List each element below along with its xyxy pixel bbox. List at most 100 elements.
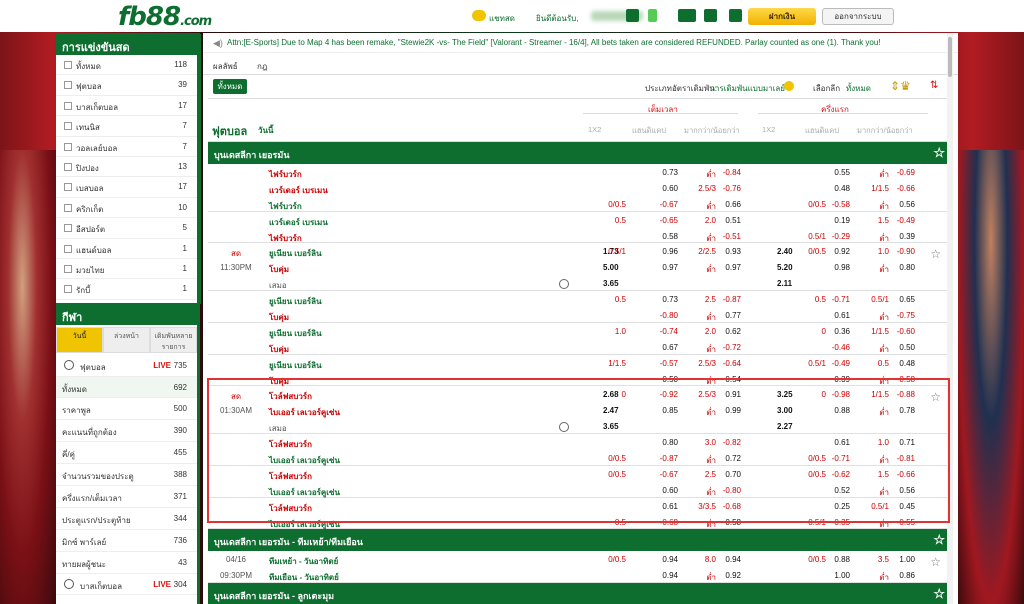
- refresh-icon[interactable]: [648, 9, 657, 22]
- odds-value[interactable]: -0.68: [701, 502, 741, 511]
- checkbox[interactable]: [64, 244, 72, 253]
- odds-value[interactable]: 0.54: [701, 375, 741, 384]
- odds-value[interactable]: 5.00: [603, 263, 619, 272]
- stats-icon[interactable]: [559, 422, 569, 433]
- odds-value[interactable]: -0.68: [638, 518, 678, 527]
- odds-value[interactable]: 0.80: [875, 263, 915, 272]
- odds-value[interactable]: 0.92: [701, 571, 741, 580]
- sidebar-scrollbar[interactable]: [198, 34, 201, 304]
- odds-value[interactable]: 0.72: [701, 454, 741, 463]
- odds-value[interactable]: -0.87: [701, 295, 741, 304]
- odds-value[interactable]: -0.55: [875, 518, 915, 527]
- sport-list-item[interactable]: คะแนนที่ถูกต้อง 390: [56, 420, 197, 443]
- odds-value[interactable]: 5.20: [777, 263, 793, 272]
- odds-value[interactable]: 2.11: [777, 279, 792, 288]
- odds-value[interactable]: -0.74: [638, 327, 678, 336]
- odds-value[interactable]: 0.58: [701, 518, 741, 527]
- odds-value[interactable]: 0.73: [638, 295, 678, 304]
- odds-value[interactable]: 0.94: [701, 555, 741, 564]
- odds-value[interactable]: 1.00: [810, 571, 850, 580]
- odds-value[interactable]: 0.61: [810, 438, 850, 447]
- odds-value[interactable]: -0.72: [701, 343, 741, 352]
- checkbox[interactable]: [64, 142, 72, 151]
- odds-value[interactable]: -0.57: [638, 359, 678, 368]
- odds-value[interactable]: 0.85: [638, 406, 678, 415]
- list-icon[interactable]: [729, 9, 742, 22]
- odds-value[interactable]: -0.67: [638, 470, 678, 479]
- logo[interactable]: fb88.com: [118, 2, 212, 32]
- odds-value[interactable]: 0.36: [810, 327, 850, 336]
- odds-value[interactable]: 0.48: [875, 359, 915, 368]
- odds-value[interactable]: 0.94: [638, 555, 678, 564]
- category-item[interactable]: แฮนด์บอล 1: [56, 239, 197, 259]
- odds-value[interactable]: -0.58: [875, 375, 915, 384]
- tab-parlay[interactable]: เดิมพันหลายรายการ: [150, 326, 197, 353]
- odds-value[interactable]: -0.67: [638, 200, 678, 209]
- odds-value[interactable]: 0.56: [875, 200, 915, 209]
- odds-value[interactable]: 0.88: [810, 406, 850, 415]
- checkbox[interactable]: [64, 285, 72, 294]
- category-item[interactable]: เทนนิส 7: [56, 116, 197, 137]
- odds-value[interactable]: 2.47: [603, 406, 619, 415]
- odds-value[interactable]: 0.19: [810, 216, 850, 225]
- tab-early[interactable]: ล่วงหน้า: [103, 326, 150, 353]
- checkbox[interactable]: [64, 183, 72, 192]
- odds-value[interactable]: 0.94: [638, 571, 678, 580]
- odds-value[interactable]: 0.65: [875, 295, 915, 304]
- category-item[interactable]: วอลเลย์บอล 7: [56, 137, 197, 157]
- odds-value[interactable]: 3.65: [603, 279, 619, 288]
- odds-value[interactable]: 0.86: [875, 571, 915, 580]
- checkbox[interactable]: [64, 264, 72, 273]
- odds-value[interactable]: 0.48: [810, 184, 850, 193]
- sport-list-item[interactable]: คี่/คู่ 455: [56, 442, 197, 465]
- odds-value[interactable]: 0.45: [875, 502, 915, 511]
- odds-value[interactable]: -0.46: [810, 343, 850, 352]
- odds-value[interactable]: -0.98: [810, 390, 850, 399]
- category-item[interactable]: มวยไทย 1: [56, 259, 197, 280]
- odds-value[interactable]: 0.55: [810, 168, 850, 177]
- odds-value[interactable]: 0.97: [638, 263, 678, 272]
- category-item[interactable]: ปิงปอง 13: [56, 157, 197, 178]
- select-league-value[interactable]: ทั้งหมด: [846, 82, 871, 95]
- sport-list-item[interactable]: จำนวนรวมของประตู 388: [56, 464, 197, 487]
- star-icon[interactable]: ☆: [933, 145, 945, 161]
- odds-value[interactable]: 0.61: [638, 502, 678, 511]
- sport-list-item[interactable]: มิกซ์ พาร์เลย์ 736: [56, 530, 197, 552]
- odds-value[interactable]: 0.67: [638, 343, 678, 352]
- checkbox[interactable]: [64, 203, 72, 212]
- deposit-button[interactable]: ฝากเงิน: [748, 8, 816, 25]
- category-item[interactable]: คริกเก็ต 10: [56, 198, 197, 219]
- odds-value[interactable]: -0.58: [810, 200, 850, 209]
- sport-list-item[interactable]: ทั้งหมด 692: [56, 376, 197, 399]
- checkbox[interactable]: [64, 224, 72, 233]
- odds-value[interactable]: -0.51: [701, 232, 741, 241]
- odds-value[interactable]: -0.87: [638, 454, 678, 463]
- league-header[interactable]: บุนเดสลีกา เยอรมัน ☆: [208, 142, 953, 164]
- odds-value[interactable]: 0.98: [810, 263, 850, 272]
- odds-value[interactable]: 0.73: [638, 168, 678, 177]
- sport-list-item[interactable]: ครึ่งแรก/เต็มเวลา 371: [56, 486, 197, 508]
- odds-value[interactable]: -0.66: [875, 470, 915, 479]
- tab-today[interactable]: วันนี้: [56, 326, 103, 353]
- odds-value[interactable]: -0.80: [701, 486, 741, 495]
- odds-value[interactable]: 3.65: [603, 422, 619, 431]
- odds-value[interactable]: -0.75: [875, 311, 915, 320]
- sport-list-item[interactable]: ทายผลผู้ชนะ 43: [56, 552, 197, 574]
- category-item[interactable]: ฟุตบอล 39: [56, 75, 197, 96]
- odds-value[interactable]: 0.77: [701, 311, 741, 320]
- odds-value[interactable]: 0.70: [701, 470, 741, 479]
- sport-list-item[interactable]: ฟุตบอล LIVE 735: [56, 355, 197, 377]
- chat-icon[interactable]: [472, 10, 486, 21]
- checkbox[interactable]: [64, 162, 72, 171]
- odds-value[interactable]: -0.65: [638, 216, 678, 225]
- promo-icon[interactable]: [678, 9, 696, 22]
- chevron-down-icon[interactable]: [784, 81, 794, 91]
- odds-value[interactable]: 0.61: [810, 311, 850, 320]
- sort-icon[interactable]: ⇕: [890, 79, 900, 93]
- main-scrollbar[interactable]: [947, 33, 953, 604]
- odds-value[interactable]: 0.50: [875, 343, 915, 352]
- odds-value[interactable]: 3.00: [777, 406, 793, 415]
- odds-value[interactable]: -0.84: [701, 168, 741, 177]
- odds-value[interactable]: -0.71: [810, 295, 850, 304]
- odds-value[interactable]: 0.93: [701, 247, 741, 256]
